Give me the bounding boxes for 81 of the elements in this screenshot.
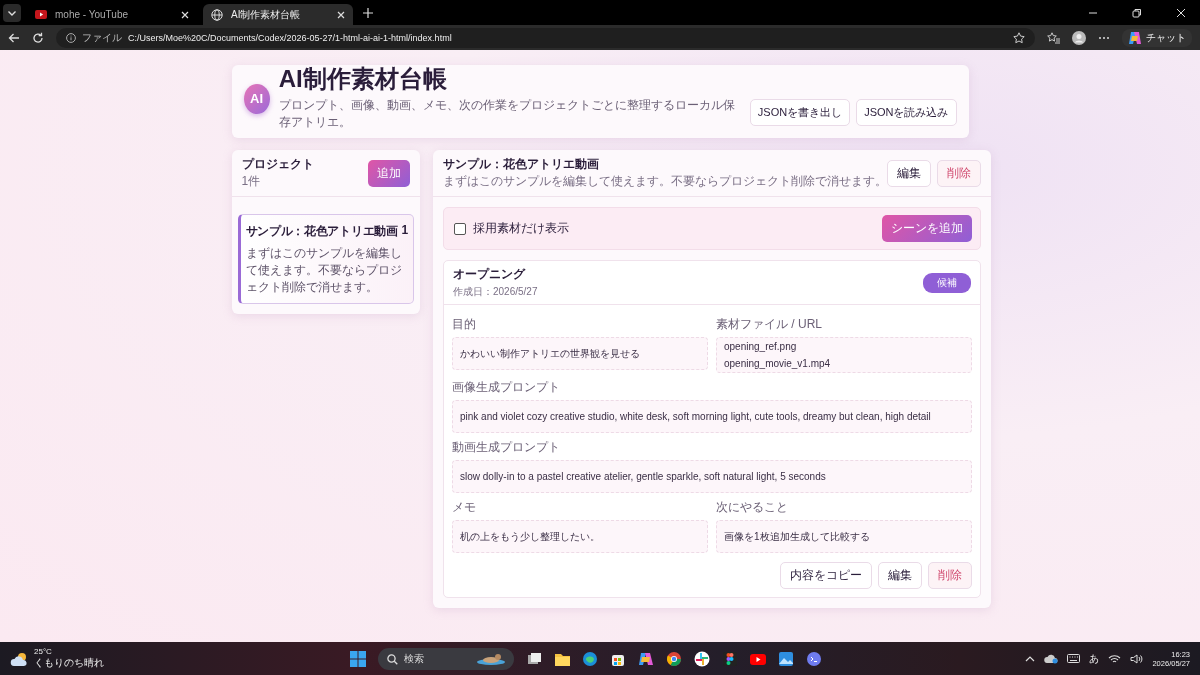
app-title: AI制作素材台帳 [278,66,448,93]
play-icon [35,10,47,19]
image-icon[interactable] [778,650,794,667]
more-icon[interactable] [1098,35,1110,40]
speaker-icon[interactable] [1130,653,1144,664]
star-icon[interactable] [1013,31,1025,44]
project-title: サンプル：花色アトリエ動画 [443,156,600,173]
field-label: メモ [452,499,477,516]
info-icon [66,32,76,43]
cloud-sun-icon [10,650,30,667]
field-text: opening_ref.png [724,340,798,354]
address-url: C:/Users/Moe%20C/Documents/Codex/2026-05-27/1-html-ai-ai-1-html/index.html [128,32,452,43]
otter-drawing [476,652,506,665]
add-scene-button[interactable]: シーンを追加 [882,215,972,242]
back-icon[interactable] [8,31,20,44]
task-view-icon[interactable] [526,650,542,667]
search-field[interactable]: 検索 [378,647,514,670]
keyboard-icon[interactable] [1067,654,1081,663]
address-scheme: ファイル [82,30,122,45]
scene-count: 1 [401,223,408,239]
json-button[interactable]: JSONを書き出し [749,99,851,126]
delete-button[interactable]: 削除 [928,562,972,589]
field-text: slow dolly-in to a pastel creative atelier, gentle sparkle, soft natural light, 5 seconds [460,470,827,484]
project-item[interactable]: サンプル：花色アトリエ動画 1 まずはこのサンプルを編集して使えます。不要ならプロジェクト削除で消せます。 [237,214,414,305]
scene-title: オープニング [453,266,527,283]
address-bar[interactable]: ファイル C:/Users/Moe%20C/Documents/Codex/2026-05-27/1-html-ai-ai-1-html/index.html [56,27,1035,48]
copilot-icon [1128,30,1142,45]
globe-icon [211,8,223,21]
windows-logo-icon[interactable] [350,650,366,667]
wifi-icon[interactable] [1108,653,1122,664]
field-label: 次にやること [716,499,789,516]
chat-button[interactable]: チャット [1122,28,1192,47]
close-icon[interactable] [337,10,345,19]
profile-icon[interactable] [1072,30,1086,45]
scene-date: 作成日：2026/5/27 [453,285,538,299]
browser-tab[interactable]: mohe - YouTube [27,4,197,25]
new-tab-icon[interactable] [363,7,373,18]
add-project-button[interactable]: 追加 [368,159,410,187]
copy-button[interactable]: 内容をコピー [780,562,872,589]
field-label: 動画生成プロンプト [452,439,561,456]
reload-icon[interactable] [32,31,44,44]
json-button[interactable]: JSONを読み込み [856,99,957,126]
search-icon [387,653,398,665]
close-icon[interactable] [1176,7,1186,18]
tab-list-icon[interactable] [3,3,21,22]
browser-icon[interactable] [666,650,682,667]
close-icon[interactable] [181,10,189,19]
field-text: opening_movie_v1.mp4 [724,357,832,371]
field-label: 目的 [452,316,477,333]
checkbox[interactable] [454,222,466,235]
chevron-up-icon[interactable] [1025,655,1036,662]
project-name: サンプル：花色アトリエ動画 [245,223,398,240]
app-logo: AI [243,83,270,114]
field-text: 机の上をもう少し整理したい。 [460,530,601,544]
project-description: まずはこのサンプルを編集して使えます。不要ならプロジェクト削除で消せます。 [443,173,887,190]
browser-tab[interactable]: AI制作素材台帳 [203,4,353,25]
shapes-icon[interactable] [722,650,738,667]
edit-button[interactable]: 編集 [887,159,931,187]
restore-icon[interactable] [1132,7,1142,18]
terminal-icon[interactable] [806,650,822,667]
project-description: まずはこのサンプルを編集して使えます。不要ならプロジェクト削除で消せます。 [245,245,403,296]
weather-condition: くもりのち晴れ [34,656,104,670]
app-subtitle: プロンプト、画像、動画、メモ、次の作業をプロジェクトごとに整理するローカル保存アトリエ。 [278,96,736,131]
input-mode-indicator[interactable]: あ [1089,651,1100,666]
status-badge: 候補 [923,272,971,293]
checkbox-label: 採用素材だけ表示 [473,220,569,237]
delete-button[interactable]: 削除 [937,159,981,187]
cloud-icon[interactable] [1044,653,1059,664]
copilot-icon[interactable] [638,650,654,667]
edit-button[interactable]: 編集 [878,562,922,589]
field-label: 画像生成プロンプト [452,379,561,396]
panel-title: プロジェクト [241,156,314,173]
browser-icon[interactable] [582,650,598,667]
project-count: 1件 [241,173,262,190]
field-text: 画像を1枚追加生成して比較する [724,530,871,544]
temperature: 25°C [34,647,53,656]
field-text: かわいい制作アトリエの世界観を見せる [460,347,641,361]
field-label: 素材ファイル / URL [716,316,823,333]
favorites-icon[interactable] [1047,31,1060,44]
pinwheel-icon[interactable] [694,650,710,667]
field-text: pink and violet cozy creative studio, white desk, soft morning light, cute tools, dreamy but clean, high detail [460,410,932,424]
